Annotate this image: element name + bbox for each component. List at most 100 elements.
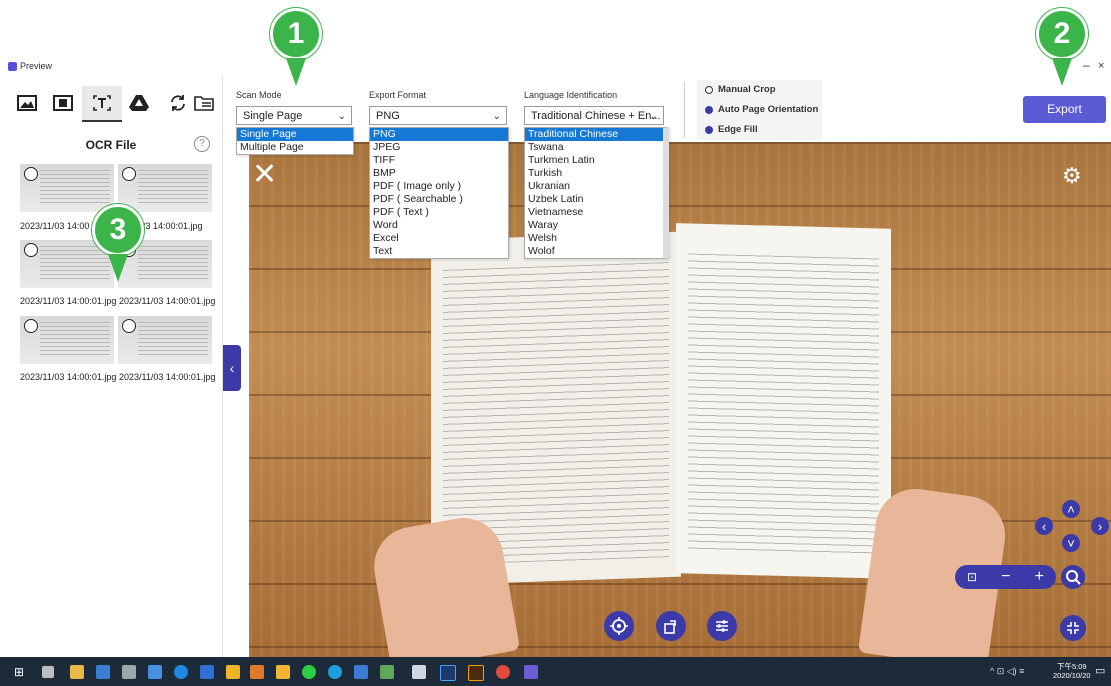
zoom-fit-icon[interactable]: ⊡ xyxy=(967,570,977,584)
close-preview-icon[interactable]: ✕ xyxy=(252,160,277,190)
thumbnail[interactable] xyxy=(20,316,114,364)
taskbar-app-icon[interactable] xyxy=(70,665,84,679)
dropdown-option[interactable]: Multiple Page xyxy=(237,141,353,154)
dropdown-option[interactable]: PDF ( Image only ) xyxy=(370,180,508,193)
zoom-out-button[interactable]: − xyxy=(1001,568,1010,586)
pan-left-button[interactable]: ‹ xyxy=(1035,517,1053,535)
taskbar-clock[interactable]: 下午5:09 2020/10/20 xyxy=(1053,662,1091,680)
marker-2: 2 xyxy=(1036,8,1088,60)
line-app-icon[interactable] xyxy=(302,665,316,679)
taskbar-app-icon[interactable] xyxy=(276,665,290,679)
dropdown-option[interactable]: Word xyxy=(370,219,508,232)
taskbar-app-icon[interactable] xyxy=(148,665,162,679)
language-label: Language Identification xyxy=(524,90,618,100)
notification-icon[interactable]: ▭ xyxy=(1095,664,1105,677)
edge-browser-icon[interactable] xyxy=(174,665,188,679)
marker-3: 3 xyxy=(92,204,144,256)
dropdown-option[interactable]: Ukranian xyxy=(525,180,663,193)
settings-gear-icon[interactable]: ⚙ xyxy=(1062,163,1082,189)
illustrator-icon[interactable] xyxy=(468,665,484,681)
taskbar-app-icon[interactable] xyxy=(354,665,368,679)
dropdown-option[interactable]: JPEG xyxy=(370,141,508,154)
zoom-in-button[interactable]: + xyxy=(1035,568,1044,586)
pan-down-button[interactable]: ˅ xyxy=(1062,534,1080,552)
taskbar-app-icon[interactable] xyxy=(412,665,426,679)
dropdown-option[interactable]: PNG xyxy=(370,128,508,141)
marker-1-pointer xyxy=(286,58,306,86)
dropdown-option[interactable]: Excel xyxy=(370,232,508,245)
taskbar-app-icon[interactable] xyxy=(524,665,538,679)
dropdown-option[interactable]: BMP xyxy=(370,167,508,180)
system-tray[interactable]: ^ ⊡ ◁) ≡ xyxy=(990,666,1024,677)
taskbar-app-icon[interactable] xyxy=(380,665,394,679)
taskbar-app-icon[interactable] xyxy=(122,665,136,679)
select-radio[interactable] xyxy=(24,167,38,181)
dropdown-option[interactable]: Text xyxy=(370,245,508,258)
export-button[interactable]: Export xyxy=(1023,96,1106,123)
dropdown-option[interactable]: Welsh xyxy=(525,232,663,245)
taskbar-app-icon[interactable] xyxy=(96,665,110,679)
dropdown-option[interactable]: Single Page xyxy=(237,128,353,141)
select-radio[interactable] xyxy=(122,167,136,181)
adjust-sliders-icon[interactable] xyxy=(707,611,737,641)
scan-mode-value: Single Page xyxy=(243,110,303,122)
dropdown-option[interactable]: PDF ( Searchable ) xyxy=(370,193,508,206)
thumbnail[interactable] xyxy=(118,316,212,364)
refresh-icon[interactable] xyxy=(167,92,189,114)
crop-target-icon[interactable] xyxy=(604,611,634,641)
dropdown-option[interactable]: Traditional Chinese xyxy=(525,128,663,141)
chrome-icon[interactable] xyxy=(496,665,510,679)
collapse-panel-button[interactable]: ‹ xyxy=(223,345,241,391)
dropdown-option[interactable]: Tswana xyxy=(525,141,663,154)
folder-icon[interactable] xyxy=(193,92,215,114)
start-windows-icon[interactable]: ⊞ xyxy=(14,665,24,679)
magnifier-icon[interactable] xyxy=(1061,565,1085,589)
ocr-text-icon[interactable] xyxy=(91,92,113,114)
pan-up-button[interactable]: ˄ xyxy=(1062,500,1080,518)
manual-crop-label: Manual Crop xyxy=(718,84,776,95)
dropdown-option[interactable]: Waray xyxy=(525,219,663,232)
marker-1: 1 xyxy=(270,8,322,60)
dropdown-option[interactable]: Vietnamese xyxy=(525,206,663,219)
dropdown-option[interactable]: Turkmen Latin xyxy=(525,154,663,167)
photoshop-icon[interactable] xyxy=(440,665,456,681)
taskbar-app-icon[interactable] xyxy=(200,665,214,679)
scan-mode-select[interactable]: Single Page ⌄ xyxy=(236,106,352,125)
title-bar xyxy=(0,60,1111,74)
thumbnail[interactable] xyxy=(118,164,212,212)
image-icon[interactable] xyxy=(16,92,38,114)
language-select[interactable]: Traditional Chinese + En... ⌄ xyxy=(524,106,664,125)
manual-crop-option[interactable]: Manual Crop xyxy=(705,84,776,95)
fit-screen-icon[interactable] xyxy=(1060,615,1086,641)
help-icon[interactable]: ? xyxy=(194,136,210,152)
export-format-select[interactable]: PNG ⌄ xyxy=(369,106,507,125)
taskbar-app-icon[interactable] xyxy=(226,665,240,679)
dropdown-option[interactable]: PDF ( Text ) xyxy=(370,206,508,219)
auto-orientation-option[interactable]: Auto Page Orientation xyxy=(705,104,818,115)
dropdown-option[interactable]: Turkish xyxy=(525,167,663,180)
rotate-icon[interactable] xyxy=(656,611,686,641)
chevron-down-icon: ⌄ xyxy=(492,111,501,122)
select-radio[interactable] xyxy=(24,319,38,333)
select-radio[interactable] xyxy=(24,243,38,257)
pan-right-button[interactable]: › xyxy=(1091,517,1109,535)
taskbar-app-icon[interactable] xyxy=(250,665,264,679)
dropdown-option[interactable]: Wolof xyxy=(525,245,663,258)
close-window-button[interactable]: × xyxy=(1098,60,1104,72)
drive-icon[interactable] xyxy=(128,92,150,114)
skype-icon[interactable] xyxy=(328,665,342,679)
minimize-button[interactable]: – xyxy=(1083,58,1090,72)
dropdown-option[interactable]: Uzbek Latin xyxy=(525,193,663,206)
radio-icon xyxy=(705,85,713,94)
export-format-label: Export Format xyxy=(369,90,427,100)
select-radio[interactable] xyxy=(122,319,136,333)
thumbnail-caption: 2023/11/03 14:00:01.jpg xyxy=(119,296,216,306)
thumbnail[interactable] xyxy=(20,164,114,212)
check-icon xyxy=(705,105,713,114)
task-view-icon[interactable] xyxy=(42,666,54,678)
dropdown-option[interactable]: TIFF xyxy=(370,154,508,167)
edge-fill-option[interactable]: Edge Fill xyxy=(705,124,758,135)
ocr-file-title: OCR File xyxy=(85,138,137,152)
language-value: Traditional Chinese + En... xyxy=(531,110,661,122)
video-icon[interactable] xyxy=(52,92,74,114)
